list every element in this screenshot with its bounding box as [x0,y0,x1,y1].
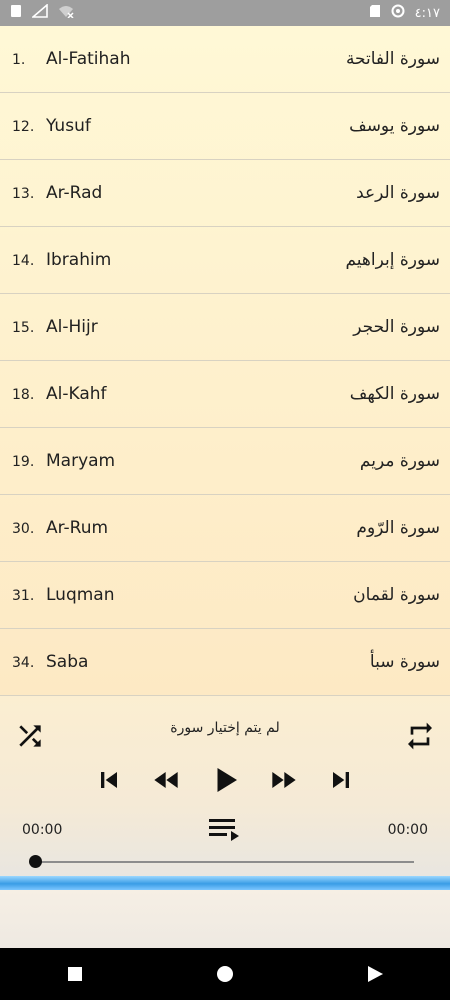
skip-previous-icon [101,772,117,788]
surah-left: 12. Yusuf [12,116,91,136]
play-button[interactable] [207,762,243,798]
surah-arabic-name: سورة الرعد [356,183,440,203]
surah-name: Al-Hijr [46,317,98,337]
surah-name: Maryam [46,451,116,471]
rewind-button[interactable] [149,762,185,798]
queue-icon [209,819,239,841]
surah-left: 14. Ibrahim [12,250,111,270]
surah-left: 13. Ar-Rad [12,183,102,203]
now-playing-label: لم يتم إختيار سورة [170,720,280,736]
surah-row[interactable]: 13. Ar-Rad سورة الرعد [0,160,450,227]
repeat-icon [408,722,432,750]
surah-left: 19. Maryam [12,451,115,471]
surah-name: Al-Kahf [46,384,107,404]
surah-number: 30. [12,521,35,537]
surah-number: 1. [12,52,26,68]
home-icon [217,966,233,982]
queue-button[interactable] [207,816,243,842]
surah-number: 15. [12,320,35,336]
seek-bar[interactable] [36,861,414,863]
surah-arabic-name: سورة الفاتحة [345,49,440,69]
elapsed-time: 00:00 [22,822,63,838]
sd-card-icon [369,4,381,22]
seek-thumb[interactable] [29,855,42,868]
surah-left: 15. Al-Hijr [12,317,98,337]
skip-previous-button[interactable] [91,762,127,798]
recents-button[interactable] [55,954,95,994]
player-panel: لم يتم إختيار سورة 00:00 00:00 [0,696,450,876]
surah-row[interactable]: 34. Saba سورة سبأ [0,629,450,696]
surah-number: 31. [12,588,35,604]
surah-number: 14. [12,253,35,269]
data-saver-icon [391,4,405,22]
surah-name: Yusuf [46,116,91,136]
wifi-off-icon [58,4,74,22]
surah-arabic-name: سورة مريم [359,451,440,471]
fast-forward-button[interactable] [265,762,301,798]
bottom-panel [0,890,450,948]
surah-left: 31. Luqman [12,585,115,605]
status-bar: ٤:١٧ [0,0,450,26]
surah-number: 13. [12,186,35,202]
surah-row[interactable]: 30. Ar-Rum سورة الرّوم [0,495,450,562]
status-time: ٤:١٧ [414,5,440,21]
surah-row[interactable]: 15. Al-Hijr سورة الحجر [0,294,450,361]
surah-arabic-name: سورة الرّوم [356,518,440,538]
surah-left: 34. Saba [12,652,88,672]
surah-name: Ar-Rum [46,518,109,538]
surah-number: 12. [12,119,35,135]
surah-row[interactable]: 14. Ibrahim سورة إبراهيم [0,227,450,294]
surah-number: 34. [12,655,35,671]
surah-left: 1. Al-Fatihah [12,49,130,69]
skip-next-button[interactable] [323,762,359,798]
play-icon [217,768,237,792]
navigation-bar [0,948,450,1000]
surah-name: Luqman [46,585,115,605]
fast-forward-icon [272,772,296,788]
status-right: ٤:١٧ [369,4,440,22]
home-button[interactable] [205,954,245,994]
playback-controls [0,760,450,800]
surah-number: 18. [12,387,35,403]
surah-arabic-name: سورة يوسف [349,116,440,136]
repeat-button[interactable] [404,720,436,752]
surah-name: Saba [46,652,89,672]
surah-name: Al-Fatihah [46,49,131,69]
surah-row[interactable]: 1. Al-Fatihah سورة الفاتحة [0,26,450,93]
surah-row[interactable]: 18. Al-Kahf سورة الكهف [0,361,450,428]
surah-left: 18. Al-Kahf [12,384,107,404]
shuffle-button[interactable] [14,720,46,752]
shuffle-icon [19,725,41,747]
recents-icon [68,967,82,981]
surah-list[interactable]: 1. Al-Fatihah سورة الفاتحة 12. Yusuf سورة يوس… [0,26,450,696]
surah-row[interactable]: 19. Maryam سورة مريم [0,428,450,495]
surah-name: Ar-Rad [46,183,103,203]
surah-arabic-name: سورة لقمان [353,585,440,605]
surah-arabic-name: سورة الحجر [353,317,440,337]
surah-arabic-name: سورة سبأ [369,652,440,672]
surah-arabic-name: سورة إبراهيم [345,250,440,270]
back-icon [368,966,383,982]
accent-band [0,876,450,890]
surah-row[interactable]: 31. Luqman سورة لقمان [0,562,450,629]
duration-time: 00:00 [387,822,428,838]
back-button[interactable] [355,954,395,994]
notification-icon [10,4,22,22]
surah-number: 19. [12,454,35,470]
skip-next-icon [333,772,349,788]
status-left [10,3,74,22]
rewind-icon [154,772,178,788]
surah-row[interactable]: 12. Yusuf سورة يوسف [0,93,450,160]
signal-icon [30,3,48,22]
surah-arabic-name: سورة الكهف [349,384,440,404]
surah-left: 30. Ar-Rum [12,518,108,538]
surah-name: Ibrahim [46,250,112,270]
